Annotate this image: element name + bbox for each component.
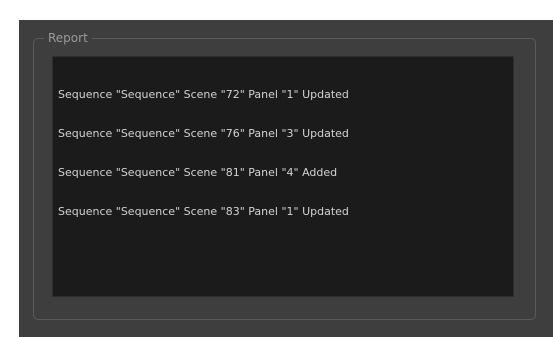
report-dialog: Report Sequence "Sequence" Scene "72" Pa… [19,20,553,337]
report-line: Sequence "Sequence" Scene "76" Panel "3"… [58,127,349,140]
report-line: Sequence "Sequence" Scene "72" Panel "1"… [58,88,349,101]
report-groupbox: Report Sequence "Sequence" Scene "72" Pa… [33,30,536,320]
report-text-area[interactable]: Sequence "Sequence" Scene "72" Panel "1"… [52,56,514,297]
report-line: Sequence "Sequence" Scene "81" Panel "4"… [58,166,338,179]
report-groupbox-title: Report [44,30,92,46]
report-line: Sequence "Sequence" Scene "83" Panel "1"… [58,205,349,218]
